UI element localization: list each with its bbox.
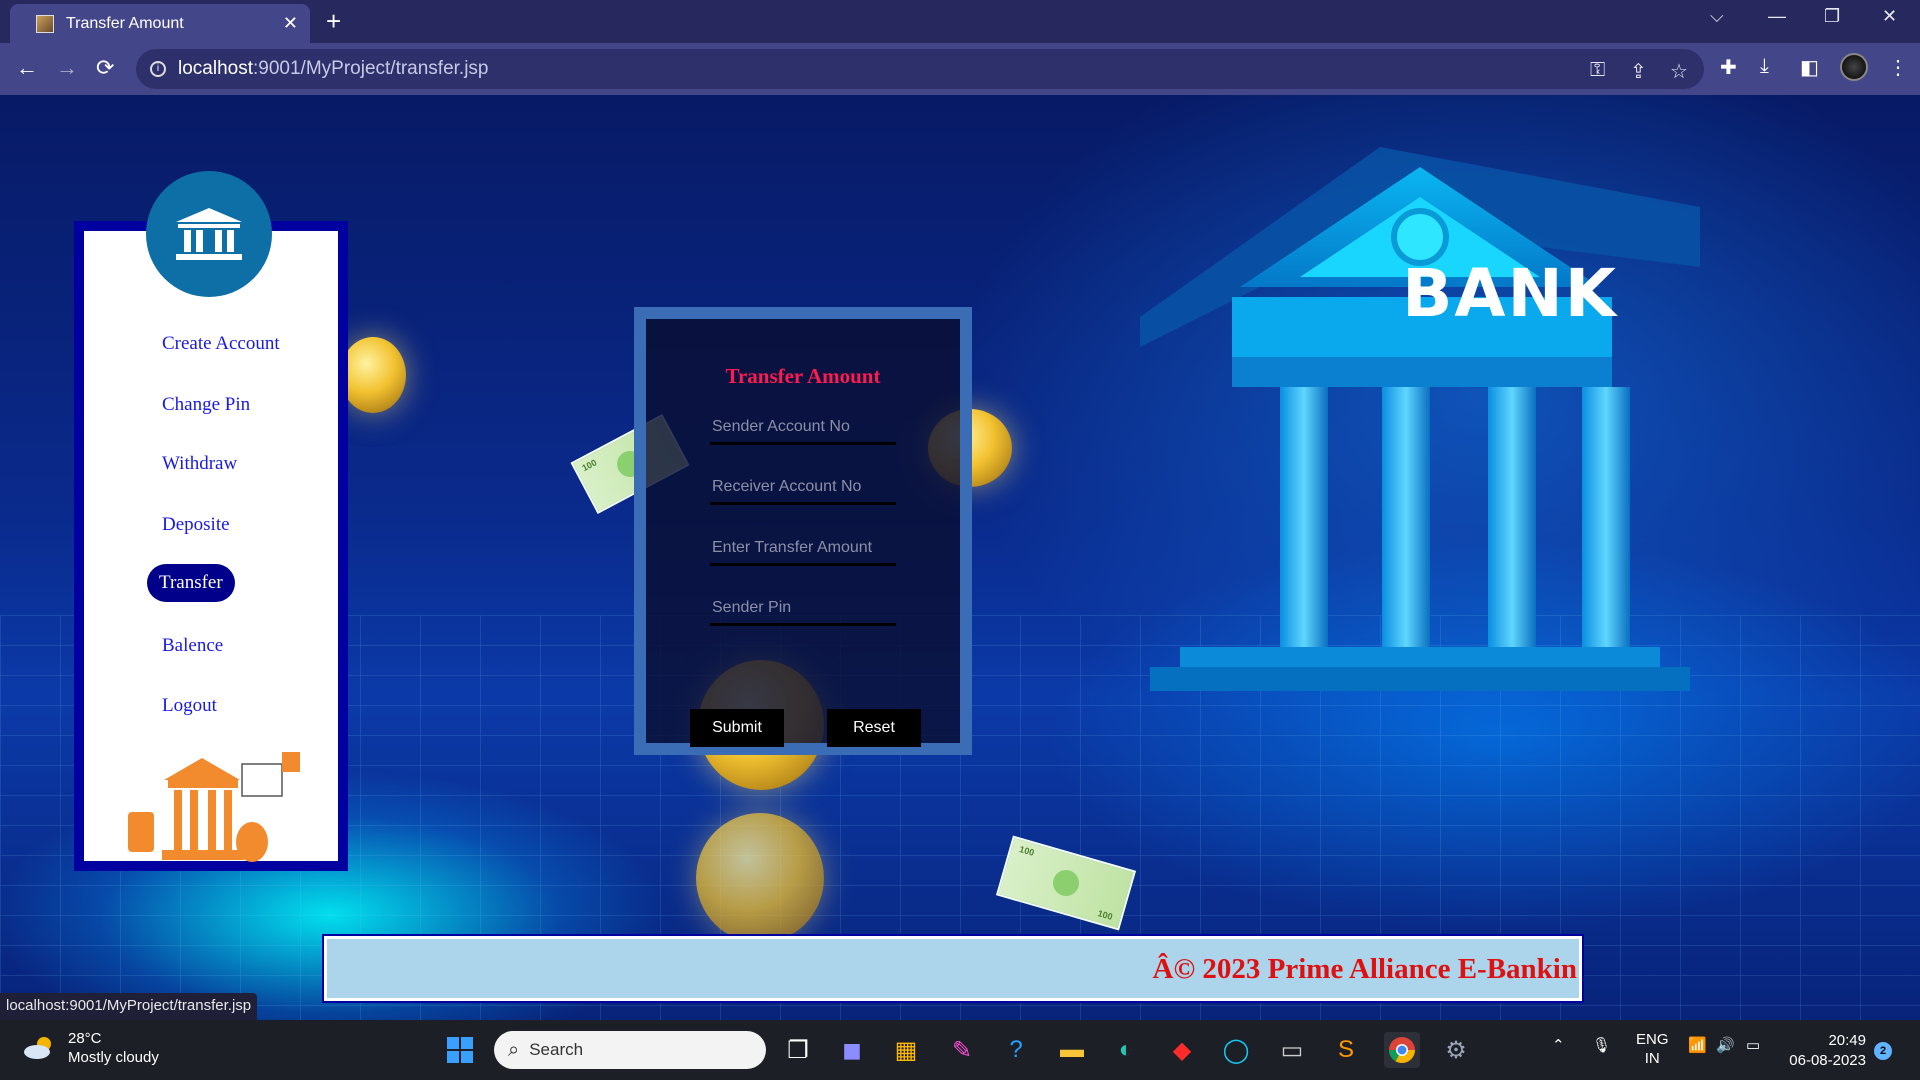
weather-description: Mostly cloudy [68,1049,159,1066]
bank-icon [176,208,242,260]
chrome-browser-icon[interactable] [1384,1032,1420,1068]
banking-illustration [128,752,300,862]
tab-close-icon[interactable]: ✕ [283,13,298,34]
coin-decoration [696,813,824,943]
forward-icon[interactable]: → [56,55,78,81]
bank-building-illustration [1140,147,1700,691]
tab-title: Transfer Amount [66,14,184,32]
restore-icon[interactable]: ❐ [1824,6,1840,27]
reset-button[interactable]: Reset [827,709,921,747]
receiver-account-field[interactable] [710,471,896,505]
sender-account-field[interactable] [710,411,896,445]
battery-icon[interactable]: ▭ [1746,1036,1760,1054]
taskbar-search[interactable]: ⌕ Search [494,1031,766,1069]
taskbar: 28°C Mostly cloudy ⌕ Search ❐ ◼ ▦ ✎ ? ▬ … [0,1020,1920,1080]
sender-pin-field[interactable] [710,592,896,626]
clock-time: 20:49 [1828,1032,1866,1049]
submit-button[interactable]: Submit [690,709,784,747]
transfer-amount-field[interactable] [710,532,896,566]
url-path: :9001/MyProject/transfer.jsp [253,58,489,79]
search-icon: ⌕ [508,1038,520,1061]
cloudy-weather-icon [24,1037,51,1059]
teams-chat-icon[interactable]: ◼ [834,1032,870,1068]
sidebar-item-logout[interactable]: Logout [150,687,229,725]
download-icon[interactable]: ⤓ [1760,55,1769,78]
bank-sign-text: BANK [1402,255,1618,332]
red-app-icon[interactable]: ◆ [1164,1032,1200,1068]
bank-logo [146,171,272,297]
notification-badge[interactable]: 2 [1874,1042,1892,1060]
favicon-icon [36,14,54,33]
clock-date: 06-08-2023 [1789,1052,1866,1069]
sidebar-item-change-pin[interactable]: Change Pin [150,386,262,424]
back-icon[interactable]: ← [16,55,38,81]
sidebar-item-withdraw[interactable]: Withdraw [150,445,249,483]
address-bar[interactable]: i localhost:9001/MyProject/transfer.jsp … [136,49,1704,89]
alexa-icon[interactable]: ◯ [1218,1032,1254,1068]
page-content: BANK 100 100 100 Create Account Change Pi… [0,95,1920,1020]
key-icon[interactable]: ⚿ [1590,59,1605,82]
tab-search-chevron-icon[interactable]: ⌵ [1710,6,1724,27]
browser-toolbar: ← → ⟳ i localhost:9001/MyProject/transfe… [0,43,1920,95]
sidebar-item-create-account[interactable]: Create Account [150,325,292,363]
show-hidden-icons-chevron-icon[interactable]: ⌃ [1552,1036,1565,1054]
menu-kebab-icon[interactable]: ⋮ [1888,55,1908,80]
weather-temperature: 28°C [68,1030,102,1047]
wifi-icon[interactable]: 📶 [1688,1036,1707,1054]
mysql-console-icon[interactable]: ▭ [1274,1032,1310,1068]
url-host: localhost [178,58,253,79]
settings-gear-icon[interactable]: ⚙ [1438,1032,1474,1068]
minimize-icon[interactable]: — [1768,6,1786,27]
transfer-form: Transfer Amount Submit Reset [634,307,972,755]
footer-copyright: Â© 2023 Prime Alliance E-Bankin [1152,953,1577,985]
sidebar-item-deposite[interactable]: Deposite [150,506,242,544]
bookmark-star-icon[interactable]: ☆ [1670,59,1688,84]
extensions-icon[interactable]: ✚ [1720,55,1737,80]
site-info-icon[interactable]: i [150,61,166,77]
form-title: Transfer Amount [725,364,881,388]
share-icon[interactable]: ⇪ [1630,59,1647,84]
browser-tab[interactable]: Transfer Amount ✕ [10,4,310,43]
side-panel-icon[interactable]: ◧ [1800,55,1819,80]
edge-browser-icon[interactable]: ◐ [1108,1032,1144,1068]
system-clock[interactable]: 20:49 06-08-2023 [1782,1031,1866,1071]
help-icon[interactable]: ? [998,1032,1034,1068]
coin-decoration [340,337,406,413]
browser-titlebar: Transfer Amount ✕ + ⌵ — ❐ ✕ [0,0,1920,43]
file-explorer-icon[interactable]: ▬ [1054,1032,1090,1068]
close-window-icon[interactable]: ✕ [1882,6,1897,27]
sidebar-item-balence[interactable]: Balence [150,627,235,665]
microphone-icon[interactable]: 🎙 [1592,1036,1611,1054]
microsoft-store-icon[interactable]: ▦ [888,1032,924,1068]
footer-banner: Â© 2023 Prime Alliance E-Bankin [322,934,1584,1003]
sidebar-item-transfer[interactable]: Transfer [147,564,235,602]
region-code: IN [1644,1050,1660,1067]
search-label: Search [529,1040,584,1059]
weather-widget[interactable]: 28°C Mostly cloudy [22,1029,159,1067]
volume-icon[interactable]: 🔊 [1716,1036,1735,1054]
sublime-text-icon[interactable]: S [1328,1032,1364,1068]
paint-icon[interactable]: ✎ [944,1032,980,1068]
new-tab-icon[interactable]: + [326,6,341,37]
status-bar-url: localhost:9001/MyProject/transfer.jsp [0,993,258,1020]
task-view-icon[interactable]: ❐ [780,1032,816,1068]
windows-start-icon[interactable] [442,1032,478,1068]
reload-icon[interactable]: ⟳ [96,55,114,81]
language-code: ENG [1636,1031,1669,1048]
profile-avatar[interactable] [1840,53,1868,81]
language-indicator[interactable]: ENG IN [1636,1030,1669,1068]
